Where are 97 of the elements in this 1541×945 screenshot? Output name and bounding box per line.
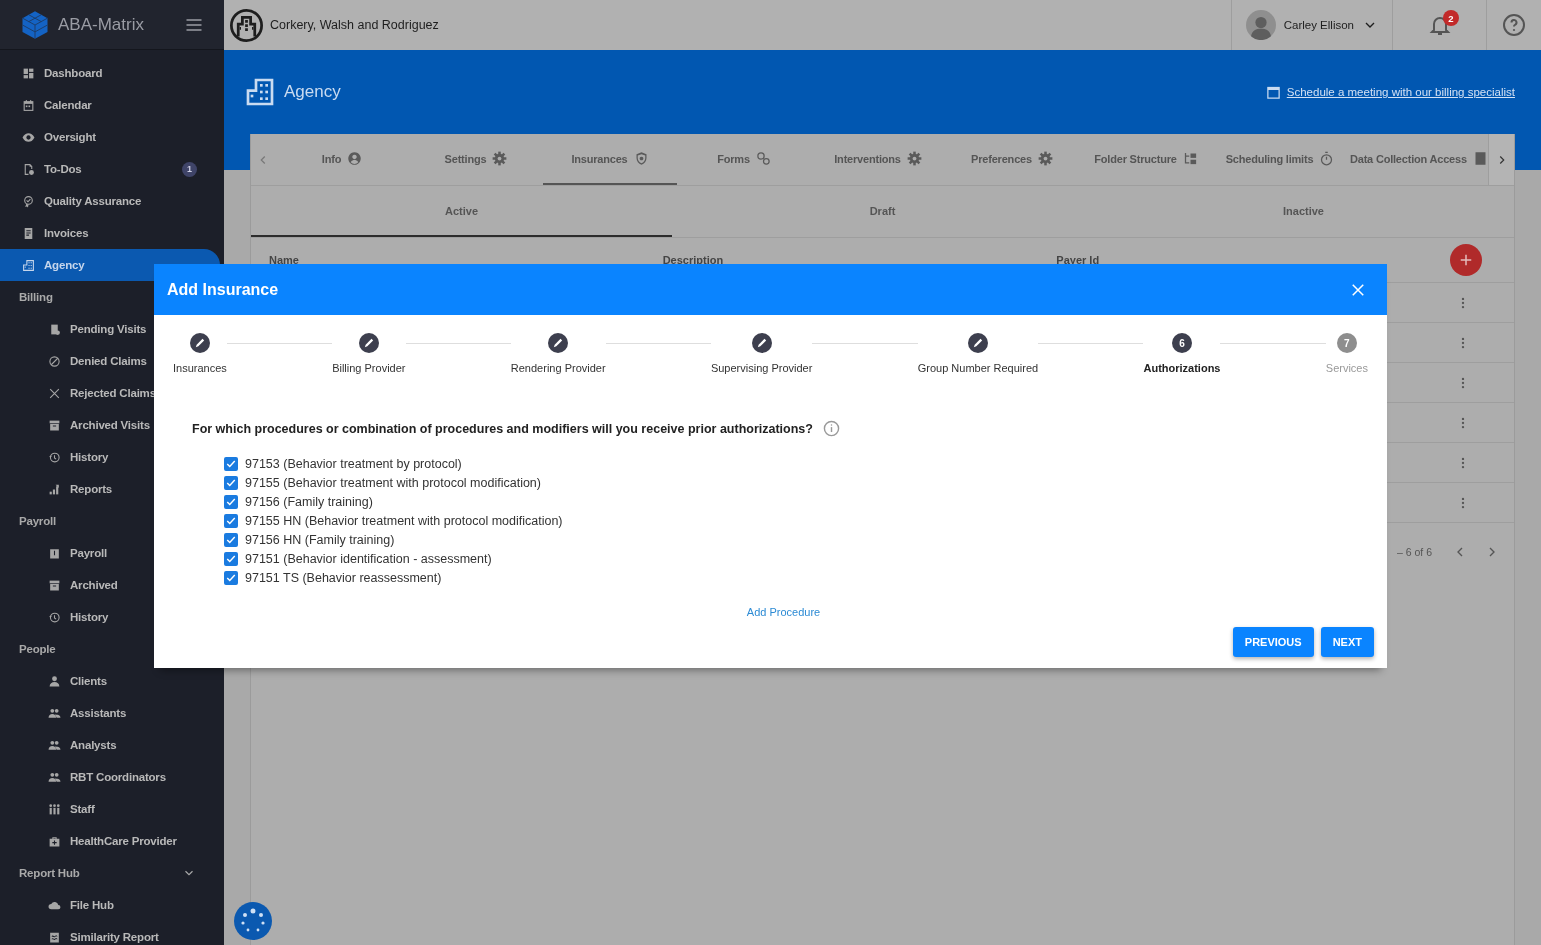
folder-tree-icon: [1182, 151, 1198, 166]
section-title: People: [19, 643, 56, 655]
section-title: Billing: [19, 291, 53, 303]
company-name: Corkery, Walsh and Rodriguez: [270, 18, 439, 32]
sidebar-item[interactable]: Calendar: [0, 89, 220, 121]
procedure-label: 97151 TS (Behavior reassessment): [245, 570, 442, 585]
people-icon: [48, 738, 61, 752]
person-icon: [48, 674, 61, 688]
history-icon: [48, 450, 61, 464]
step-number: 7: [1336, 333, 1357, 353]
history-icon: [48, 610, 61, 624]
dashboard-icon: [22, 66, 35, 80]
sidebar-item[interactable]: Quality Assurance: [0, 185, 220, 217]
checkbox[interactable]: [224, 494, 238, 509]
procedure-label: 97155 (Behavior treatment with protocol modification): [245, 475, 541, 490]
question-text: For which procedures or combination of procedures and modifiers will you receive prior authorizations?: [192, 421, 813, 436]
cube-logo-icon: [20, 9, 50, 40]
step-label: Insurances: [173, 362, 227, 374]
people-icon: [48, 770, 61, 784]
sidebar-item[interactable]: Oversight: [0, 121, 220, 153]
people-icon: [48, 802, 61, 816]
sidebar-item[interactable]: Reports: [0, 473, 220, 505]
schedule-meeting-link[interactable]: Schedule a meeting with our billing specialist: [1265, 84, 1515, 100]
ban-icon: [48, 354, 61, 368]
sidebar-item[interactable]: Similarity Report: [0, 921, 220, 945]
sidebar-item[interactable]: Analysts: [0, 729, 220, 761]
info-icon: [822, 420, 840, 437]
section-title: Report Hub: [19, 867, 80, 879]
sidebar-item[interactable]: Archived: [0, 569, 220, 601]
sidebar-item[interactable]: History: [0, 441, 220, 473]
count-badge: 1: [182, 161, 197, 177]
sidebar-item[interactable]: Clients: [0, 665, 220, 697]
gear-icon: [906, 151, 922, 166]
sidebar-item[interactable]: RBT Coordinators: [0, 761, 220, 793]
column-header: Payer Id: [1056, 254, 1101, 266]
building-icon: [22, 258, 35, 272]
archive-box-icon: [48, 418, 61, 432]
step-button[interactable]: PREVIOUS: [1232, 627, 1314, 657]
checkbox[interactable]: [224, 551, 238, 566]
sidebar-item[interactable]: Assistants: [0, 697, 220, 729]
notification-badge: 2: [1443, 10, 1459, 26]
page-title: Agency: [284, 82, 342, 102]
checkbox[interactable]: [224, 570, 238, 585]
stopwatch-icon: [1319, 151, 1335, 166]
checkbox[interactable]: [224, 532, 238, 547]
procedure-label: 97155 HN (Behavior treatment with protocol modification): [245, 513, 563, 528]
calendar-icon: [22, 98, 35, 112]
sidebar-item[interactable]: Pending Visits: [0, 313, 220, 345]
people-icon: [48, 706, 61, 720]
medical-kit-icon: [48, 834, 61, 848]
sidebar-item[interactable]: Dashboard: [0, 57, 220, 89]
section-title: Payroll: [19, 515, 56, 527]
cross-icon: [48, 386, 61, 400]
step-label: Group Number Required: [917, 362, 1039, 374]
sidebar-item[interactable]: File Hub: [0, 889, 220, 921]
sidebar-item[interactable]: Payroll: [0, 537, 220, 569]
app-name: ABA-Matrix: [58, 14, 145, 35]
calendar-icon: [1265, 84, 1281, 100]
step-label: Authorizations: [1143, 362, 1221, 374]
procedure-label: 97151 (Behavior identification - assessment): [245, 551, 492, 566]
sidebar-item[interactable]: HealthCare Provider: [0, 825, 220, 857]
sidebar-item[interactable]: Invoices: [0, 217, 220, 249]
company-logo-icon: [230, 8, 263, 42]
help-icon[interactable]: [1502, 13, 1526, 37]
step-label: Supervising Provider: [710, 362, 813, 374]
checkbox[interactable]: [224, 456, 238, 471]
eye-icon: [22, 130, 35, 144]
procedure-label: 97156 (Family training): [245, 494, 373, 509]
checkbox[interactable]: [224, 513, 238, 528]
archive-box-icon: [48, 578, 61, 592]
step-number: 6: [1172, 333, 1192, 353]
step-label: Billing Provider: [332, 362, 406, 374]
building-icon: [244, 76, 276, 108]
checkbox[interactable]: [224, 475, 238, 490]
document-check-icon: [22, 162, 35, 176]
column-header: Name: [269, 254, 300, 266]
sidebar-item[interactable]: To-Dos 1: [0, 153, 220, 185]
procedure-label: 97153 (Behavior treatment by protocol): [245, 456, 462, 471]
sidebar-item[interactable]: History: [0, 601, 220, 633]
avatar-icon: [1245, 10, 1276, 40]
step-label: Rendering Provider: [510, 362, 606, 374]
add-button[interactable]: [1450, 244, 1482, 276]
dialog-title: Add Insurance: [167, 280, 279, 299]
gear-icon: [492, 151, 508, 166]
step-label: Services: [1325, 362, 1368, 374]
bar-chart-icon: [48, 482, 61, 496]
step-button[interactable]: NEXT: [1320, 627, 1374, 657]
award-check-icon: [22, 194, 35, 208]
receipt-icon: [22, 226, 35, 240]
procedure-label: 97156 HN (Family training): [245, 532, 395, 547]
gear-icon: [1037, 151, 1053, 166]
pagination-range: – 6 of 6: [1396, 546, 1432, 558]
floating-dots-button[interactable]: [234, 902, 272, 940]
sidebar-item[interactable]: Staff: [0, 793, 220, 825]
add-procedure-link[interactable]: Add Procedure: [746, 606, 821, 618]
column-header: Description: [662, 254, 725, 266]
sidebar-item[interactable]: Rejected Claims: [0, 377, 220, 409]
